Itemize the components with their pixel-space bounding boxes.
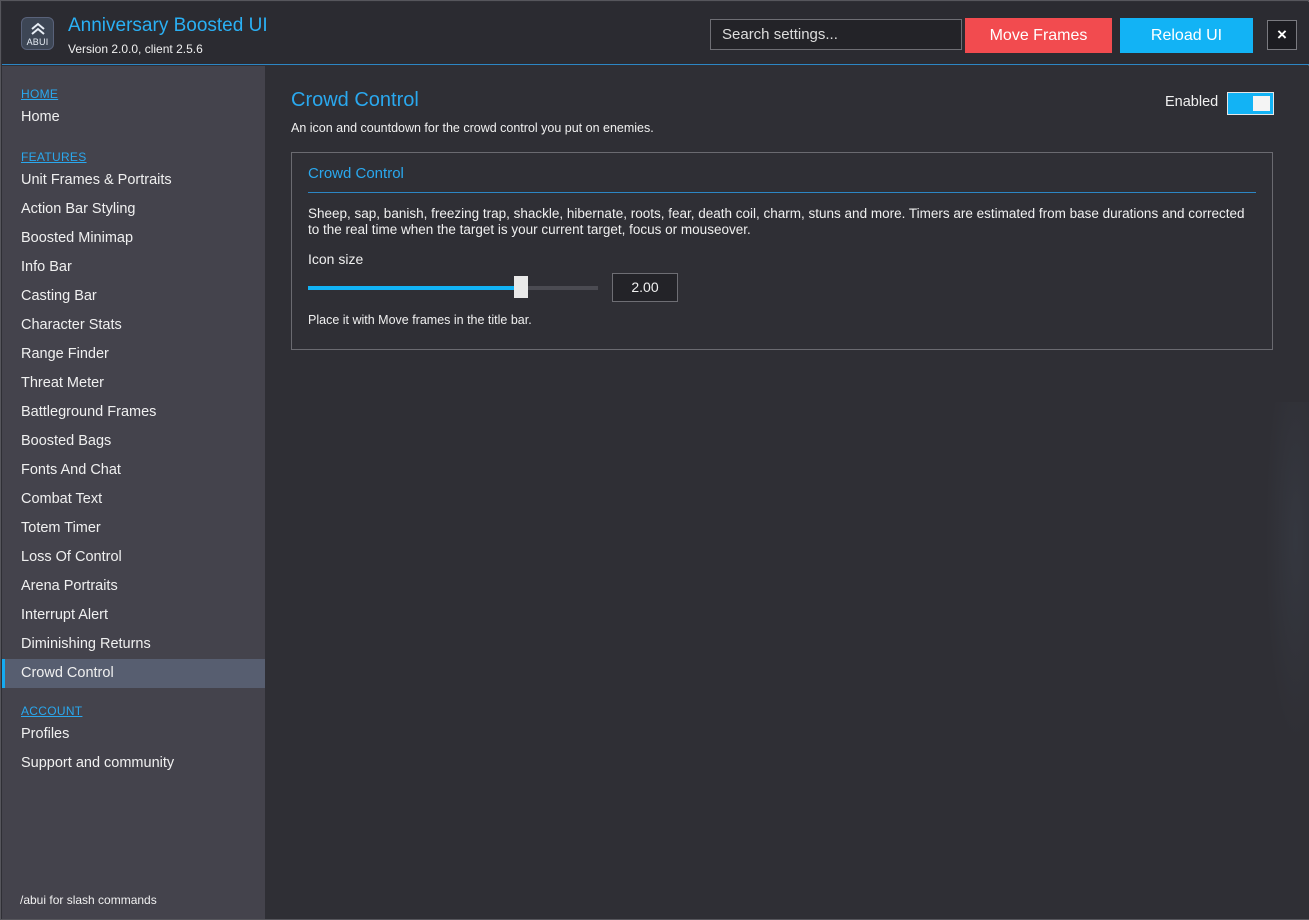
reload-ui-button[interactable]: Reload UI bbox=[1120, 18, 1253, 53]
sidebar-item-interrupt-alert[interactable]: Interrupt Alert bbox=[2, 601, 265, 630]
slider-fill bbox=[308, 286, 521, 290]
placement-hint: Place it with Move frames in the title b… bbox=[308, 313, 532, 327]
sidebar-item-totem-timer[interactable]: Totem Timer bbox=[2, 514, 265, 543]
enabled-label: Enabled bbox=[1165, 94, 1219, 110]
sidebar-item-combat-text[interactable]: Combat Text bbox=[2, 485, 265, 514]
logo-text: ABUI bbox=[26, 37, 49, 47]
sidebar-item-info-bar[interactable]: Info Bar bbox=[2, 253, 265, 282]
enabled-toggle[interactable] bbox=[1227, 92, 1274, 115]
sidebar-item-unit-frames-and-portraits[interactable]: Unit Frames & Portraits bbox=[2, 166, 265, 195]
app-version: Version 2.0.0, client 2.5.6 bbox=[68, 42, 203, 56]
panel-divider bbox=[308, 192, 1256, 193]
slider-thumb[interactable] bbox=[513, 276, 528, 298]
sidebar-item-home[interactable]: Home bbox=[2, 103, 265, 132]
section-title-account: ACCOUNT bbox=[21, 704, 83, 718]
page-description: An icon and countdown for the crowd cont… bbox=[291, 121, 654, 135]
app-title: Anniversary Boosted UI bbox=[68, 15, 268, 36]
sidebar-item-crowd-control[interactable]: Crowd Control bbox=[2, 659, 265, 688]
icon-size-label: Icon size bbox=[308, 251, 364, 267]
sidebar-item-boosted-minimap[interactable]: Boosted Minimap bbox=[2, 224, 265, 253]
icon-size-slider[interactable] bbox=[308, 276, 598, 298]
sidebar-item-action-bar-styling[interactable]: Action Bar Styling bbox=[2, 195, 265, 224]
sidebar-item-fonts-and-chat[interactable]: Fonts And Chat bbox=[2, 456, 265, 485]
sidebar-item-threat-meter[interactable]: Threat Meter bbox=[2, 369, 265, 398]
section-title-features: FEATURES bbox=[21, 150, 87, 164]
chevron-up-logo-icon bbox=[31, 22, 45, 35]
app-logo: ABUI bbox=[21, 17, 54, 50]
move-frames-button[interactable]: Move Frames bbox=[965, 18, 1112, 53]
sidebar-item-casting-bar[interactable]: Casting Bar bbox=[2, 282, 265, 311]
section-title-home: HOME bbox=[21, 87, 59, 101]
search-input[interactable]: Search settings... bbox=[710, 19, 962, 50]
sidebar: HOME Home FEATURES Unit Frames & Portrai… bbox=[2, 66, 265, 919]
title-bar: ABUI Anniversary Boosted UI Version 2.0.… bbox=[2, 2, 1309, 65]
sidebar-item-battleground-frames[interactable]: Battleground Frames bbox=[2, 398, 265, 427]
settings-panel: Crowd Control Sheep, sap, banish, freezi… bbox=[291, 152, 1273, 350]
sidebar-item-support-and-community[interactable]: Support and community bbox=[2, 749, 265, 778]
close-icon[interactable]: × bbox=[1267, 20, 1297, 50]
background-artwork bbox=[1265, 402, 1309, 742]
sidebar-item-arena-portraits[interactable]: Arena Portraits bbox=[2, 572, 265, 601]
sidebar-item-character-stats[interactable]: Character Stats bbox=[2, 311, 265, 340]
panel-title: Crowd Control bbox=[308, 165, 404, 182]
sidebar-item-boosted-bags[interactable]: Boosted Bags bbox=[2, 427, 265, 456]
settings-window: ABUI Anniversary Boosted UI Version 2.0.… bbox=[0, 0, 1309, 920]
sidebar-item-range-finder[interactable]: Range Finder bbox=[2, 340, 265, 369]
sidebar-item-loss-of-control[interactable]: Loss Of Control bbox=[2, 543, 265, 572]
sidebar-item-diminishing-returns[interactable]: Diminishing Returns bbox=[2, 630, 265, 659]
icon-size-value-field[interactable]: 2.00 bbox=[612, 273, 678, 302]
main-content: Crowd Control An icon and countdown for … bbox=[265, 66, 1309, 919]
page-title: Crowd Control bbox=[291, 89, 419, 111]
panel-description: Sheep, sap, banish, freezing trap, shack… bbox=[308, 206, 1245, 237]
slash-command-hint: /abui for slash commands bbox=[20, 893, 157, 907]
sidebar-item-profiles[interactable]: Profiles bbox=[2, 720, 265, 749]
toggle-knob bbox=[1253, 96, 1270, 111]
